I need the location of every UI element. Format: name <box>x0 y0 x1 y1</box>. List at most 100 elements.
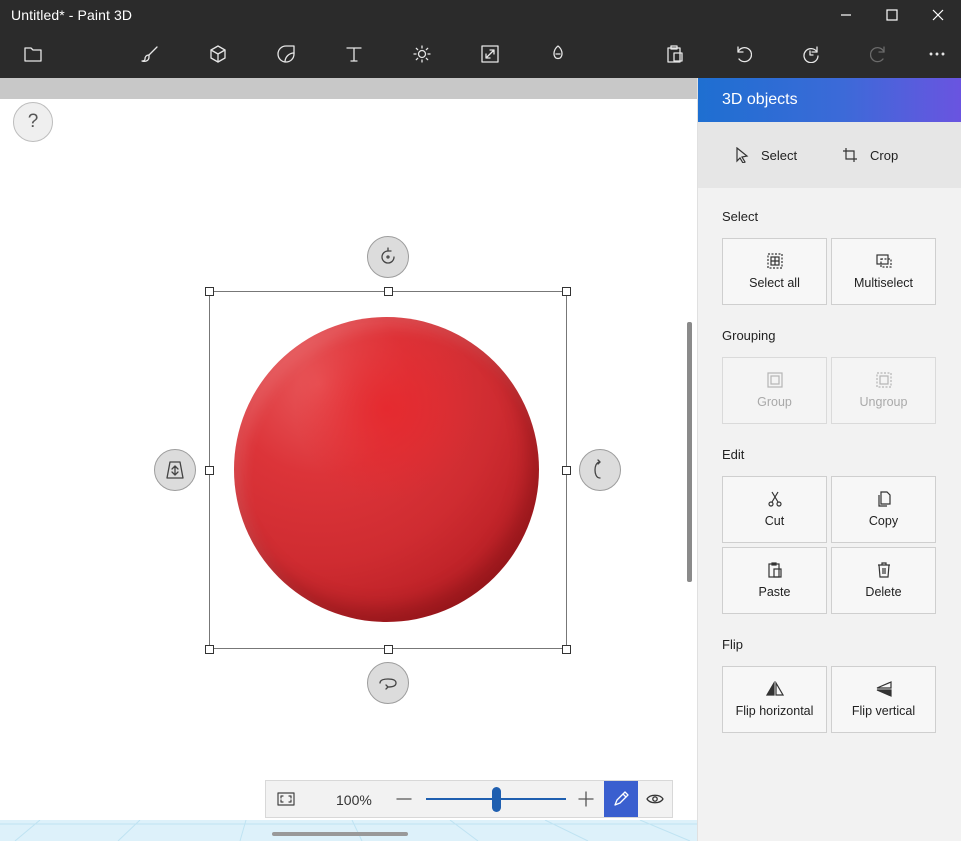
resize-handle-left[interactable] <box>205 466 214 475</box>
cut-label: Cut <box>764 514 785 528</box>
canvas-button[interactable] <box>468 30 512 78</box>
vertical-scrollbar[interactable] <box>687 322 692 582</box>
scissors-icon <box>767 491 782 507</box>
undo-button[interactable] <box>721 30 765 78</box>
brush-icon <box>141 46 158 63</box>
multiselect-label: Multiselect <box>853 276 914 290</box>
minimize-icon <box>841 14 851 16</box>
history-icon <box>803 46 819 63</box>
crop-tool-label: Crop <box>870 147 899 163</box>
help-button[interactable]: ? <box>13 102 53 142</box>
paste-label: Paste <box>758 585 791 599</box>
flip-horizontal-icon <box>765 681 784 696</box>
rotate-x-gizmo[interactable] <box>367 662 409 704</box>
canvas-workspace[interactable]: ? 100% <box>0 78 697 841</box>
panel-header: 3D objects <box>698 78 961 122</box>
undo-icon <box>737 46 752 63</box>
resize-handle-bottom-right[interactable] <box>562 645 571 654</box>
flip-vertical-button[interactable]: Flip vertical <box>831 666 936 733</box>
resize-handle-bottom[interactable] <box>384 645 393 654</box>
cut-button[interactable]: Cut <box>722 476 827 543</box>
main-toolbar <box>0 30 961 78</box>
3d-shapes-button[interactable] <box>196 30 240 78</box>
resize-handle-top-right[interactable] <box>562 287 571 296</box>
edit-mode-button[interactable] <box>604 781 638 817</box>
resize-handle-bottom-left[interactable] <box>205 645 214 654</box>
menu-button[interactable] <box>11 30 55 78</box>
flip-vertical-icon <box>876 681 892 697</box>
resize-icon <box>481 45 499 63</box>
resize-handle-top[interactable] <box>384 287 393 296</box>
ungroup-label: Ungroup <box>859 395 908 409</box>
flip-horizontal-button[interactable]: Flip horizontal <box>722 666 827 733</box>
rotate-icon <box>381 247 395 264</box>
selection-box[interactable] <box>209 291 567 649</box>
maximize-button[interactable] <box>869 0 915 30</box>
flip-vertical-label: Flip vertical <box>851 704 916 718</box>
multiselect-icon <box>875 254 892 268</box>
view-mode-button[interactable] <box>638 781 672 817</box>
rotate-z-gizmo[interactable] <box>367 236 409 278</box>
group-button[interactable]: Group <box>722 357 827 424</box>
stickers-button[interactable] <box>264 30 308 78</box>
resize-handle-right[interactable] <box>562 466 571 475</box>
copy-icon <box>877 491 891 507</box>
close-icon <box>932 9 944 21</box>
more-icon <box>929 52 945 56</box>
section-title-select: Select <box>722 209 759 224</box>
more-button[interactable] <box>915 30 959 78</box>
cursor-icon <box>736 147 749 163</box>
zoom-out-button[interactable] <box>392 783 416 815</box>
ungroup-button[interactable]: Ungroup <box>831 357 936 424</box>
clipboard-icon <box>667 45 683 63</box>
cube-icon <box>210 45 226 63</box>
canvas-top-strip <box>0 78 697 99</box>
delete-button[interactable]: Delete <box>831 547 936 614</box>
group-label: Group <box>757 395 792 409</box>
panel-title: 3D objects <box>722 91 798 108</box>
paste-button[interactable] <box>653 30 697 78</box>
select-tool-label: Select <box>761 147 798 163</box>
plus-icon <box>578 791 594 807</box>
close-button[interactable] <box>915 0 961 30</box>
section-title-grouping: Grouping <box>722 328 776 343</box>
copy-label: Copy <box>868 514 899 528</box>
select-tool-button[interactable]: Select <box>735 142 797 168</box>
zoom-slider-thumb[interactable] <box>491 787 501 812</box>
ungroup-icon <box>875 372 892 388</box>
fit-to-screen-button[interactable] <box>266 781 306 817</box>
pencil-icon <box>614 791 629 806</box>
sun-icon <box>413 45 431 63</box>
minimize-button[interactable] <box>823 0 869 30</box>
select-all-icon <box>766 253 783 269</box>
brushes-button[interactable] <box>128 30 172 78</box>
horizontal-scrollbar[interactable] <box>272 832 408 836</box>
delete-label: Delete <box>865 585 902 599</box>
copy-button[interactable]: Copy <box>831 476 936 543</box>
section-title-edit: Edit <box>722 447 745 462</box>
fit-screen-icon <box>277 792 295 806</box>
3d-library-button[interactable] <box>536 30 580 78</box>
resize-handle-top-left[interactable] <box>205 287 214 296</box>
rotate-x-icon <box>379 678 397 690</box>
crop-icon <box>843 148 857 162</box>
section-title-flip: Flip <box>722 637 743 652</box>
sticker-icon <box>277 45 295 63</box>
depth-gizmo[interactable] <box>154 449 196 491</box>
zoom-bar: 100% <box>265 780 673 818</box>
rotate-y-gizmo[interactable] <box>579 449 621 491</box>
history-button[interactable] <box>789 30 833 78</box>
trash-icon <box>877 562 890 578</box>
redo-button[interactable] <box>857 30 901 78</box>
effects-button[interactable] <box>400 30 444 78</box>
select-all-button[interactable]: Select all <box>722 238 827 305</box>
crop-tool-button[interactable]: Crop <box>842 142 898 168</box>
zoom-in-button[interactable] <box>574 783 598 815</box>
text-button[interactable] <box>332 30 376 78</box>
flip-horizontal-label: Flip horizontal <box>735 704 814 718</box>
window-title: Untitled* - Paint 3D <box>11 7 133 23</box>
paste-panel-button[interactable]: Paste <box>722 547 827 614</box>
maximize-icon <box>886 9 898 21</box>
3d-objects-panel: 3D objects Select Crop Select Select all… <box>697 78 961 841</box>
multiselect-button[interactable]: Multiselect <box>831 238 936 305</box>
